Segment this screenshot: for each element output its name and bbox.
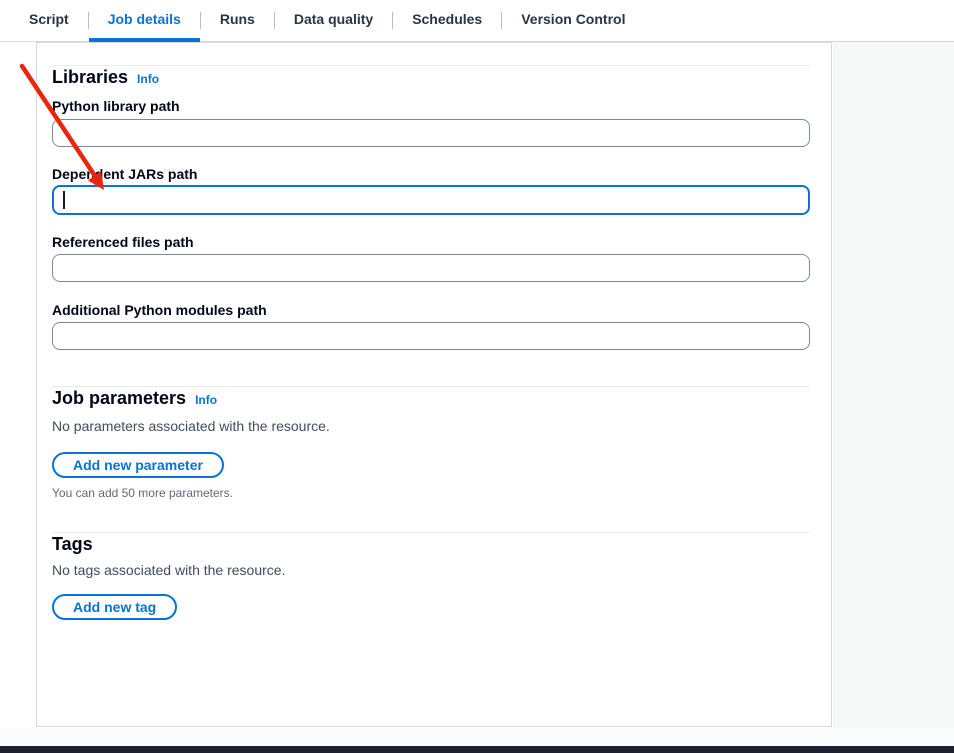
tab-label: Data quality: [294, 11, 373, 27]
additional-python-modules-path-label: Additional Python modules path: [52, 301, 811, 319]
referenced-files-path-label: Referenced files path: [52, 233, 811, 251]
python-library-path-field: [52, 119, 810, 147]
tags-empty-text: No tags associated with the resource.: [52, 560, 811, 580]
python-library-path-input[interactable]: [52, 119, 810, 147]
tab-version-control[interactable]: Version Control: [502, 0, 644, 42]
tab-label: Version Control: [521, 11, 625, 27]
dependent-jars-path-field: [52, 185, 810, 215]
tab-script[interactable]: Script: [10, 0, 88, 42]
add-new-tag-button[interactable]: Add new tag: [52, 594, 177, 620]
tab-job-details[interactable]: Job details: [89, 0, 200, 42]
job-parameters-section: Job parameters Info No parameters associ…: [52, 387, 811, 500]
dependent-jars-path-input[interactable]: [52, 185, 810, 215]
job-details-panel: Libraries Info Python library path Depen…: [36, 42, 832, 727]
section-title-text: Tags: [52, 533, 93, 555]
tags-section: Tags No tags associated with the resourc…: [52, 533, 811, 620]
additional-python-modules-path-input[interactable]: [52, 322, 810, 350]
footer-bar: [0, 746, 954, 753]
dependent-jars-path-label: Dependent JARs path: [52, 165, 811, 183]
libraries-section: Libraries Info Python library path Depen…: [52, 66, 811, 350]
libraries-heading: Libraries Info: [52, 66, 811, 90]
python-library-path-label: Python library path: [52, 97, 811, 115]
tab-bar: Script Job details Runs Data quality Sch…: [0, 0, 954, 42]
tab-label: Job details: [108, 11, 181, 27]
job-parameters-info-link[interactable]: Info: [195, 389, 217, 411]
libraries-info-link[interactable]: Info: [137, 68, 159, 90]
job-parameters-heading: Job parameters Info: [52, 387, 811, 411]
referenced-files-path-field: [52, 254, 810, 282]
tab-runs[interactable]: Runs: [201, 0, 274, 42]
additional-python-modules-path-field: [52, 322, 810, 350]
referenced-files-path-input[interactable]: [52, 254, 810, 282]
text-cursor: [63, 191, 65, 209]
tab-label: Script: [29, 11, 69, 27]
tab-schedules[interactable]: Schedules: [393, 0, 501, 42]
tab-data-quality[interactable]: Data quality: [275, 0, 392, 42]
bottom-strip: [0, 728, 954, 746]
section-title-text: Job parameters: [52, 387, 186, 409]
tab-label: Schedules: [412, 11, 482, 27]
right-gutter: [833, 42, 954, 746]
tags-heading: Tags: [52, 533, 811, 555]
add-new-parameter-button[interactable]: Add new parameter: [52, 452, 224, 478]
job-parameters-constraint-text: You can add 50 more parameters.: [52, 486, 811, 500]
job-parameters-empty-text: No parameters associated with the resour…: [52, 416, 811, 436]
tab-label: Runs: [220, 11, 255, 27]
section-title-text: Libraries: [52, 66, 128, 88]
